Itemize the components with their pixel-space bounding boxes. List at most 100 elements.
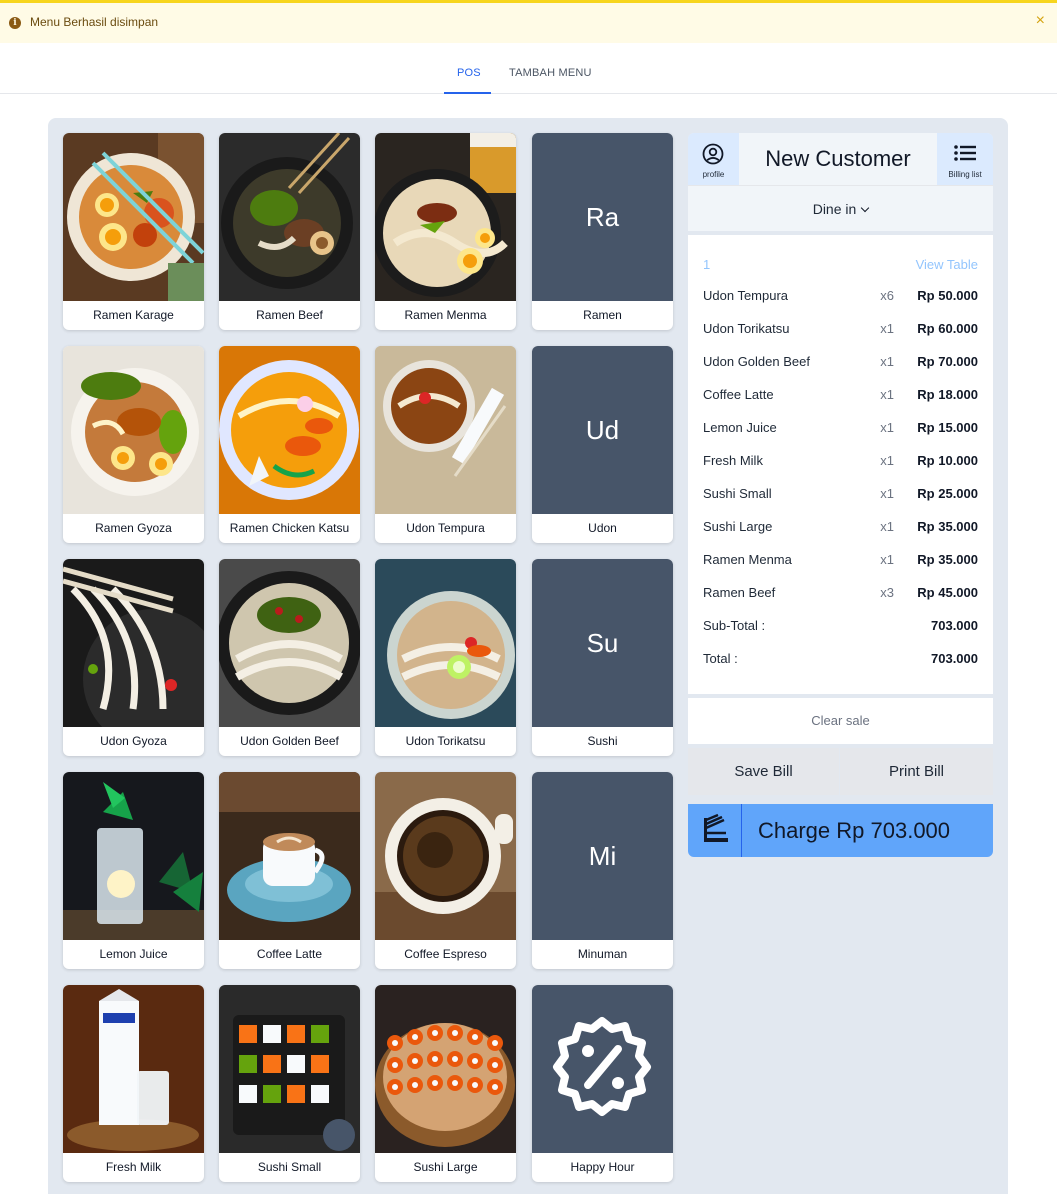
item-qty: x1	[880, 354, 894, 369]
menu-item-label: Sushi	[587, 734, 618, 748]
clear-sale-button[interactable]: Clear sale	[688, 698, 993, 744]
billing-list-button[interactable]: Billing list	[937, 133, 993, 185]
menu-item-label: Lemon Juice	[99, 947, 168, 961]
item-price: Rp 15.000	[917, 420, 978, 435]
total-row: Total : 703.000	[688, 651, 993, 671]
order-item-row[interactable]: Ramen Beef x3 Rp 45.000	[688, 585, 993, 605]
menu-item-photo	[219, 559, 360, 727]
menu-item-label: Coffee Espreso	[404, 947, 487, 961]
menu-item-label: Udon	[588, 521, 617, 535]
table-number: 1	[703, 257, 711, 272]
order-item-row[interactable]: Ramen Menma x1 Rp 35.000	[688, 552, 993, 572]
order-item-row[interactable]: Lemon Juice x1 Rp 15.000	[688, 420, 993, 440]
menu-item-photo	[375, 985, 516, 1153]
item-qty: x6	[880, 288, 894, 303]
order-item-row[interactable]: Sushi Small x1 Rp 25.000	[688, 486, 993, 506]
item-price: Rp 50.000	[917, 288, 978, 303]
category-card-minuman[interactable]: Mi Minuman	[532, 772, 673, 969]
order-item-row[interactable]: Coffee Latte x1 Rp 18.000	[688, 387, 993, 407]
menu-item-photo	[219, 985, 360, 1153]
item-name: Ramen Menma	[703, 552, 792, 567]
view-table-link[interactable]: View Table	[916, 257, 978, 272]
item-price: Rp 70.000	[917, 354, 978, 369]
success-alert: i Menu Berhasil disimpan ×	[0, 0, 1057, 43]
promo-card-happy-hour[interactable]: Happy Hour	[532, 985, 673, 1182]
menu-item-photo	[63, 559, 204, 727]
profile-icon	[702, 143, 724, 165]
menu-item-photo	[63, 985, 204, 1153]
order-item-row[interactable]: Udon Tempura x6 Rp 50.000	[688, 288, 993, 308]
menu-card[interactable]: Sushi Large	[375, 985, 516, 1182]
dine-option-select[interactable]: Dine in	[688, 185, 993, 231]
item-qty: x1	[880, 420, 894, 435]
tab-tambah-menu[interactable]: TAMBAH MENU	[509, 67, 592, 79]
item-qty: x3	[880, 585, 894, 600]
active-tab-indicator	[444, 92, 491, 94]
category-card-udon[interactable]: Ud Udon	[532, 346, 673, 543]
menu-item-label: Ramen Karage	[93, 308, 174, 322]
profile-button[interactable]: profile	[688, 133, 739, 185]
item-price: Rp 25.000	[917, 486, 978, 501]
item-price: Rp 35.000	[917, 519, 978, 534]
item-name: Fresh Milk	[703, 453, 763, 468]
subtotal-label: Sub-Total :	[703, 618, 766, 633]
category-abbreviation: Mi	[532, 772, 673, 940]
print-bill-button[interactable]: Print Bill	[840, 748, 993, 795]
item-name: Lemon Juice	[703, 420, 777, 435]
menu-item-photo	[375, 133, 516, 301]
billing-list-label: Billing list	[948, 170, 982, 179]
category-card-sushi[interactable]: Su Sushi	[532, 559, 673, 756]
list-icon	[954, 145, 976, 161]
menu-card[interactable]: Ramen Gyoza	[63, 346, 204, 543]
total-value: 703.000	[931, 651, 978, 666]
item-price: Rp 35.000	[917, 552, 978, 567]
info-icon: i	[9, 17, 21, 29]
item-qty: x1	[880, 321, 894, 336]
menu-card[interactable]: Coffee Espreso	[375, 772, 516, 969]
menu-card[interactable]: Sushi Small	[219, 985, 360, 1182]
menu-card[interactable]: Ramen Menma	[375, 133, 516, 330]
menu-card[interactable]: Ramen Beef	[219, 133, 360, 330]
menu-item-label: Minuman	[577, 947, 628, 961]
menu-card[interactable]: Udon Torikatsu	[375, 559, 516, 756]
menu-card[interactable]: Udon Tempura	[375, 346, 516, 543]
item-name: Udon Torikatsu	[703, 321, 790, 336]
close-icon[interactable]: ×	[1036, 12, 1045, 30]
subtotal-row: Sub-Total : 703.000	[688, 618, 993, 638]
menu-card[interactable]: Udon Golden Beef	[219, 559, 360, 756]
menu-card[interactable]: Lemon Juice	[63, 772, 204, 969]
cart-header: profile New Customer Billing list	[688, 133, 993, 185]
menu-item-label: Sushi Small	[257, 1160, 322, 1174]
order-item-row[interactable]: Udon Torikatsu x1 Rp 60.000	[688, 321, 993, 341]
menu-item-label: Udon Tempura	[406, 521, 485, 535]
category-abbreviation: Su	[532, 559, 673, 727]
order-item-row[interactable]: Fresh Milk x1 Rp 10.000	[688, 453, 993, 473]
menu-card[interactable]: Fresh Milk	[63, 985, 204, 1182]
tab-pos[interactable]: POS	[457, 67, 481, 79]
alert-message: Menu Berhasil disimpan	[30, 15, 159, 29]
menu-item-label: Ramen	[583, 308, 622, 322]
menu-card[interactable]: Coffee Latte	[219, 772, 360, 969]
menu-card[interactable]: Udon Gyoza	[63, 559, 204, 756]
menu-card[interactable]: Ramen Chicken Katsu	[219, 346, 360, 543]
charge-button[interactable]: Charge Rp 703.000	[688, 804, 993, 857]
dine-option-value: Dine in	[812, 201, 857, 217]
order-item-row[interactable]: Udon Golden Beef x1 Rp 70.000	[688, 354, 993, 374]
menu-card[interactable]: Ramen Karage	[63, 133, 204, 330]
menu-item-label: Udon Gyoza	[100, 734, 167, 748]
item-name: Sushi Large	[703, 519, 773, 534]
menu-item-label: Udon Golden Beef	[240, 734, 339, 748]
discount-badge-icon	[532, 985, 673, 1153]
order-item-row[interactable]: Sushi Large x1 Rp 35.000	[688, 519, 993, 539]
charge-label: Charge Rp 703.000	[758, 818, 951, 843]
save-bill-button[interactable]: Save Bill	[688, 748, 839, 795]
item-qty: x1	[880, 486, 894, 501]
menu-item-label: Sushi Large	[413, 1160, 478, 1174]
menu-item-photo	[63, 133, 204, 301]
item-name: Sushi Small	[703, 486, 772, 501]
profile-label: profile	[702, 170, 725, 179]
category-abbreviation: Ra	[532, 133, 673, 301]
category-card-ramen[interactable]: Ra Ramen	[532, 133, 673, 330]
chevron-down-icon	[861, 203, 870, 213]
order-items: 1 View Table Udon Tempura x6 Rp 50.000 U…	[688, 235, 993, 694]
